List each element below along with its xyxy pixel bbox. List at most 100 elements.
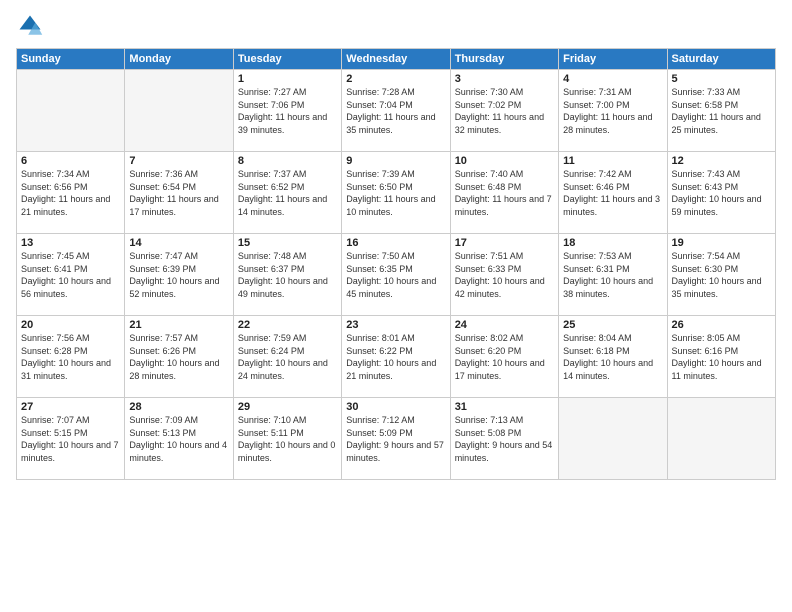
logo bbox=[16, 12, 48, 40]
day-info: Sunrise: 8:01 AM Sunset: 6:22 PM Dayligh… bbox=[346, 332, 445, 382]
day-info: Sunrise: 7:50 AM Sunset: 6:35 PM Dayligh… bbox=[346, 250, 445, 300]
calendar-cell bbox=[17, 70, 125, 152]
day-number: 7 bbox=[129, 155, 228, 167]
day-info: Sunrise: 7:31 AM Sunset: 7:00 PM Dayligh… bbox=[563, 86, 662, 136]
calendar-cell: 17Sunrise: 7:51 AM Sunset: 6:33 PM Dayli… bbox=[450, 234, 558, 316]
day-info: Sunrise: 7:36 AM Sunset: 6:54 PM Dayligh… bbox=[129, 168, 228, 218]
day-number: 4 bbox=[563, 73, 662, 85]
day-info: Sunrise: 7:13 AM Sunset: 5:08 PM Dayligh… bbox=[455, 414, 554, 464]
day-number: 10 bbox=[455, 155, 554, 167]
day-info: Sunrise: 7:45 AM Sunset: 6:41 PM Dayligh… bbox=[21, 250, 120, 300]
day-number: 8 bbox=[238, 155, 337, 167]
day-number: 21 bbox=[129, 319, 228, 331]
calendar-cell: 30Sunrise: 7:12 AM Sunset: 5:09 PM Dayli… bbox=[342, 398, 450, 480]
day-number: 6 bbox=[21, 155, 120, 167]
day-info: Sunrise: 7:43 AM Sunset: 6:43 PM Dayligh… bbox=[672, 168, 771, 218]
day-number: 5 bbox=[672, 73, 771, 85]
day-number: 3 bbox=[455, 73, 554, 85]
calendar-header-monday: Monday bbox=[125, 49, 233, 70]
calendar-week-1: 6Sunrise: 7:34 AM Sunset: 6:56 PM Daylig… bbox=[17, 152, 776, 234]
calendar-header-sunday: Sunday bbox=[17, 49, 125, 70]
calendar-cell: 26Sunrise: 8:05 AM Sunset: 6:16 PM Dayli… bbox=[667, 316, 775, 398]
calendar-cell bbox=[559, 398, 667, 480]
day-info: Sunrise: 7:37 AM Sunset: 6:52 PM Dayligh… bbox=[238, 168, 337, 218]
day-info: Sunrise: 7:57 AM Sunset: 6:26 PM Dayligh… bbox=[129, 332, 228, 382]
day-number: 13 bbox=[21, 237, 120, 249]
calendar-cell: 3Sunrise: 7:30 AM Sunset: 7:02 PM Daylig… bbox=[450, 70, 558, 152]
day-number: 9 bbox=[346, 155, 445, 167]
calendar-header-saturday: Saturday bbox=[667, 49, 775, 70]
day-info: Sunrise: 8:02 AM Sunset: 6:20 PM Dayligh… bbox=[455, 332, 554, 382]
calendar-cell: 2Sunrise: 7:28 AM Sunset: 7:04 PM Daylig… bbox=[342, 70, 450, 152]
calendar-cell: 8Sunrise: 7:37 AM Sunset: 6:52 PM Daylig… bbox=[233, 152, 341, 234]
day-number: 11 bbox=[563, 155, 662, 167]
page: SundayMondayTuesdayWednesdayThursdayFrid… bbox=[0, 0, 792, 612]
calendar-cell: 13Sunrise: 7:45 AM Sunset: 6:41 PM Dayli… bbox=[17, 234, 125, 316]
day-info: Sunrise: 8:05 AM Sunset: 6:16 PM Dayligh… bbox=[672, 332, 771, 382]
calendar-cell: 28Sunrise: 7:09 AM Sunset: 5:13 PM Dayli… bbox=[125, 398, 233, 480]
calendar-cell: 7Sunrise: 7:36 AM Sunset: 6:54 PM Daylig… bbox=[125, 152, 233, 234]
day-number: 28 bbox=[129, 401, 228, 413]
day-number: 30 bbox=[346, 401, 445, 413]
day-number: 22 bbox=[238, 319, 337, 331]
day-info: Sunrise: 7:48 AM Sunset: 6:37 PM Dayligh… bbox=[238, 250, 337, 300]
calendar-cell: 15Sunrise: 7:48 AM Sunset: 6:37 PM Dayli… bbox=[233, 234, 341, 316]
day-info: Sunrise: 7:10 AM Sunset: 5:11 PM Dayligh… bbox=[238, 414, 337, 464]
calendar-cell bbox=[125, 70, 233, 152]
calendar-header-friday: Friday bbox=[559, 49, 667, 70]
calendar-week-0: 1Sunrise: 7:27 AM Sunset: 7:06 PM Daylig… bbox=[17, 70, 776, 152]
calendar-cell: 23Sunrise: 8:01 AM Sunset: 6:22 PM Dayli… bbox=[342, 316, 450, 398]
day-info: Sunrise: 7:33 AM Sunset: 6:58 PM Dayligh… bbox=[672, 86, 771, 136]
day-number: 23 bbox=[346, 319, 445, 331]
calendar: SundayMondayTuesdayWednesdayThursdayFrid… bbox=[16, 48, 776, 480]
calendar-cell: 4Sunrise: 7:31 AM Sunset: 7:00 PM Daylig… bbox=[559, 70, 667, 152]
calendar-cell: 31Sunrise: 7:13 AM Sunset: 5:08 PM Dayli… bbox=[450, 398, 558, 480]
calendar-cell: 27Sunrise: 7:07 AM Sunset: 5:15 PM Dayli… bbox=[17, 398, 125, 480]
day-number: 31 bbox=[455, 401, 554, 413]
calendar-cell: 22Sunrise: 7:59 AM Sunset: 6:24 PM Dayli… bbox=[233, 316, 341, 398]
day-info: Sunrise: 7:34 AM Sunset: 6:56 PM Dayligh… bbox=[21, 168, 120, 218]
day-info: Sunrise: 7:47 AM Sunset: 6:39 PM Dayligh… bbox=[129, 250, 228, 300]
calendar-cell: 14Sunrise: 7:47 AM Sunset: 6:39 PM Dayli… bbox=[125, 234, 233, 316]
day-number: 29 bbox=[238, 401, 337, 413]
calendar-cell: 20Sunrise: 7:56 AM Sunset: 6:28 PM Dayli… bbox=[17, 316, 125, 398]
calendar-cell: 1Sunrise: 7:27 AM Sunset: 7:06 PM Daylig… bbox=[233, 70, 341, 152]
day-info: Sunrise: 7:27 AM Sunset: 7:06 PM Dayligh… bbox=[238, 86, 337, 136]
day-info: Sunrise: 7:54 AM Sunset: 6:30 PM Dayligh… bbox=[672, 250, 771, 300]
calendar-week-4: 27Sunrise: 7:07 AM Sunset: 5:15 PM Dayli… bbox=[17, 398, 776, 480]
calendar-week-3: 20Sunrise: 7:56 AM Sunset: 6:28 PM Dayli… bbox=[17, 316, 776, 398]
calendar-header-wednesday: Wednesday bbox=[342, 49, 450, 70]
day-number: 15 bbox=[238, 237, 337, 249]
calendar-cell: 5Sunrise: 7:33 AM Sunset: 6:58 PM Daylig… bbox=[667, 70, 775, 152]
calendar-header-row: SundayMondayTuesdayWednesdayThursdayFrid… bbox=[17, 49, 776, 70]
day-number: 24 bbox=[455, 319, 554, 331]
day-number: 27 bbox=[21, 401, 120, 413]
logo-icon bbox=[16, 12, 44, 40]
calendar-cell: 25Sunrise: 8:04 AM Sunset: 6:18 PM Dayli… bbox=[559, 316, 667, 398]
day-info: Sunrise: 7:12 AM Sunset: 5:09 PM Dayligh… bbox=[346, 414, 445, 464]
day-number: 19 bbox=[672, 237, 771, 249]
day-number: 14 bbox=[129, 237, 228, 249]
day-number: 1 bbox=[238, 73, 337, 85]
day-info: Sunrise: 7:28 AM Sunset: 7:04 PM Dayligh… bbox=[346, 86, 445, 136]
calendar-header-tuesday: Tuesday bbox=[233, 49, 341, 70]
day-info: Sunrise: 7:51 AM Sunset: 6:33 PM Dayligh… bbox=[455, 250, 554, 300]
calendar-cell: 12Sunrise: 7:43 AM Sunset: 6:43 PM Dayli… bbox=[667, 152, 775, 234]
day-number: 25 bbox=[563, 319, 662, 331]
calendar-header-thursday: Thursday bbox=[450, 49, 558, 70]
day-number: 17 bbox=[455, 237, 554, 249]
calendar-cell: 21Sunrise: 7:57 AM Sunset: 6:26 PM Dayli… bbox=[125, 316, 233, 398]
day-number: 12 bbox=[672, 155, 771, 167]
calendar-cell: 6Sunrise: 7:34 AM Sunset: 6:56 PM Daylig… bbox=[17, 152, 125, 234]
calendar-cell: 18Sunrise: 7:53 AM Sunset: 6:31 PM Dayli… bbox=[559, 234, 667, 316]
day-info: Sunrise: 7:59 AM Sunset: 6:24 PM Dayligh… bbox=[238, 332, 337, 382]
calendar-cell: 24Sunrise: 8:02 AM Sunset: 6:20 PM Dayli… bbox=[450, 316, 558, 398]
calendar-cell: 19Sunrise: 7:54 AM Sunset: 6:30 PM Dayli… bbox=[667, 234, 775, 316]
day-info: Sunrise: 8:04 AM Sunset: 6:18 PM Dayligh… bbox=[563, 332, 662, 382]
day-number: 2 bbox=[346, 73, 445, 85]
day-info: Sunrise: 7:07 AM Sunset: 5:15 PM Dayligh… bbox=[21, 414, 120, 464]
calendar-week-2: 13Sunrise: 7:45 AM Sunset: 6:41 PM Dayli… bbox=[17, 234, 776, 316]
day-info: Sunrise: 7:40 AM Sunset: 6:48 PM Dayligh… bbox=[455, 168, 554, 218]
header bbox=[16, 12, 776, 40]
calendar-cell: 10Sunrise: 7:40 AM Sunset: 6:48 PM Dayli… bbox=[450, 152, 558, 234]
